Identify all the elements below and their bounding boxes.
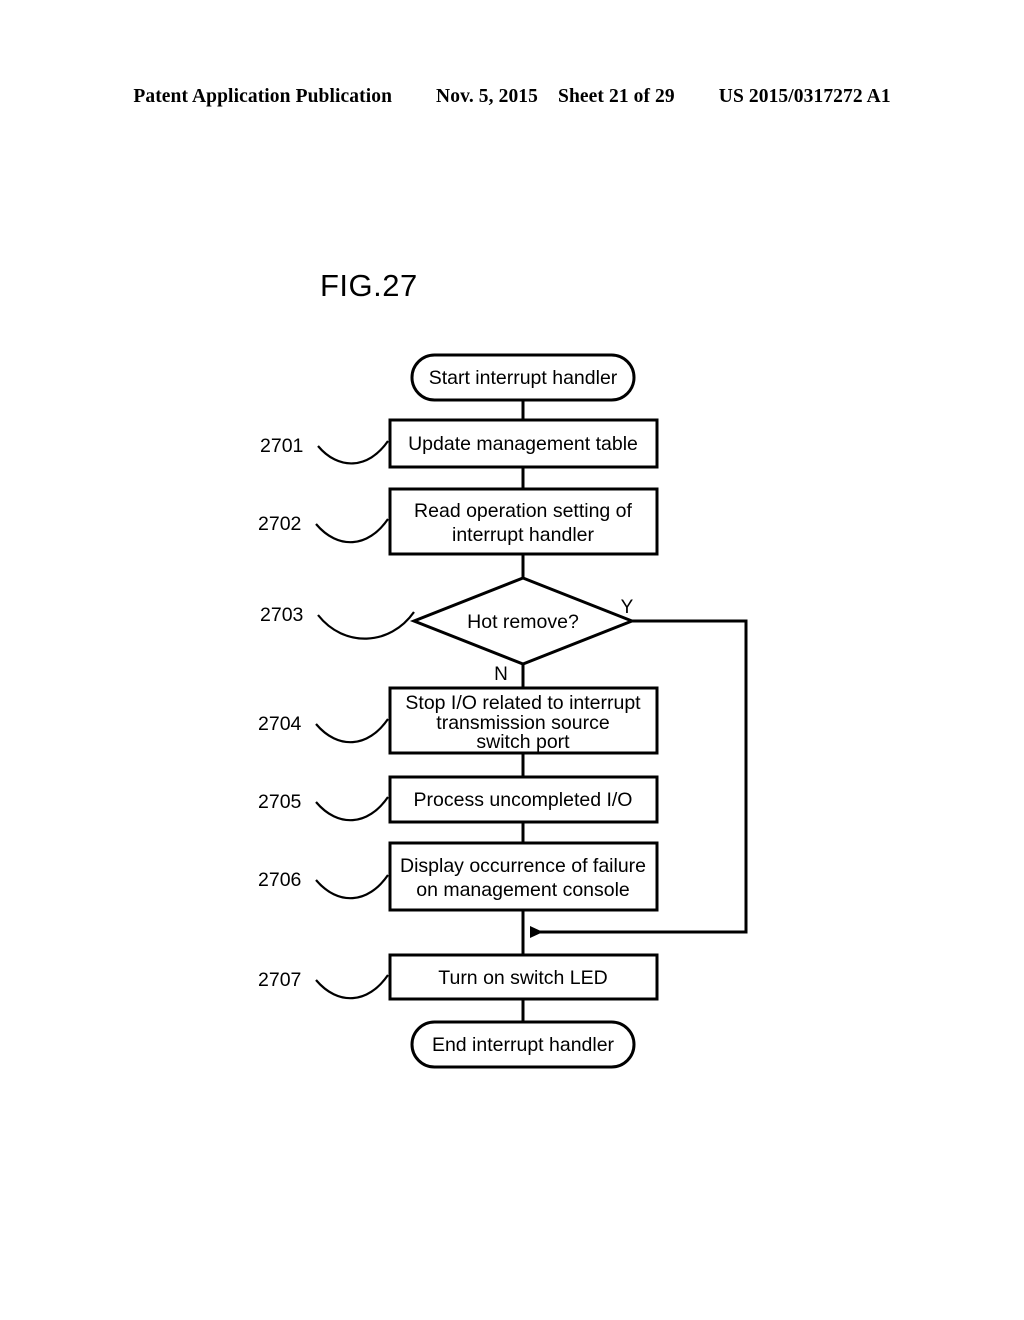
leader-line-2703 bbox=[317, 611, 415, 640]
node-step-2707[interactable]: Turn on switch LED bbox=[388, 953, 659, 1001]
ref-label-2702: 2702 bbox=[258, 513, 301, 535]
step-2706-label-line2: on management console bbox=[416, 879, 630, 901]
step-2704-label-line1: Stop I/O related to interrupt bbox=[405, 692, 641, 714]
step-2704-label-line3: switch port bbox=[476, 731, 570, 753]
leader-line-2701 bbox=[317, 440, 389, 465]
branch-label-no: N bbox=[494, 664, 508, 685]
end-terminator-label: End interrupt handler bbox=[432, 1034, 615, 1056]
leader-line-2706 bbox=[315, 874, 389, 900]
leader-line-2707 bbox=[315, 974, 389, 1000]
step-2701-label: Update management table bbox=[408, 433, 638, 455]
step-2702-label-line2: interrupt handler bbox=[452, 524, 595, 546]
leader-line-2704 bbox=[315, 718, 389, 744]
node-step-2701[interactable]: Update management table bbox=[388, 418, 659, 469]
ref-label-2704: 2704 bbox=[258, 713, 302, 735]
reference-numbers: 2701 2702 2703 2704 2705 2706 2707 bbox=[258, 435, 303, 991]
ref-label-2707: 2707 bbox=[258, 969, 301, 991]
ref-label-2706: 2706 bbox=[258, 869, 301, 891]
node-start[interactable]: Start interrupt handler bbox=[410, 353, 636, 402]
step-2702-label-line1: Read operation setting of bbox=[414, 500, 632, 522]
ref-label-2705: 2705 bbox=[258, 791, 302, 813]
node-step-2702[interactable]: Read operation setting of interrupt hand… bbox=[388, 487, 659, 556]
step-2705-label: Process uncompleted I/O bbox=[414, 789, 633, 811]
leader-line-2702 bbox=[315, 518, 389, 544]
ref-label-2701: 2701 bbox=[260, 435, 303, 457]
decision-2703-label: Hot remove? bbox=[467, 611, 579, 633]
step-2706-label-line1: Display occurrence of failure bbox=[400, 855, 646, 877]
flowchart-diagram: 2701 2702 2703 2704 2705 2706 2707 Start… bbox=[258, 353, 748, 1069]
node-step-2705[interactable]: Process uncompleted I/O bbox=[388, 775, 659, 824]
node-end[interactable]: End interrupt handler bbox=[410, 1020, 636, 1069]
start-terminator-label: Start interrupt handler bbox=[429, 367, 618, 389]
step-2707-label: Turn on switch LED bbox=[438, 967, 607, 989]
ref-label-2703: 2703 bbox=[260, 604, 303, 626]
node-step-2706[interactable]: Display occurrence of failure on managem… bbox=[388, 841, 659, 912]
branch-label-yes: Y bbox=[621, 597, 634, 618]
node-step-2704[interactable]: Stop I/O related to interrupt transmissi… bbox=[388, 686, 659, 755]
leader-line-2705 bbox=[315, 796, 389, 822]
